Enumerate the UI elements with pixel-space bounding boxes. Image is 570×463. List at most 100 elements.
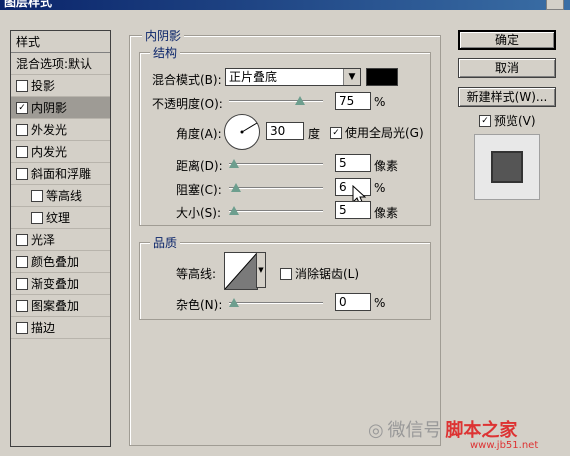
watermark-url: www.jb51.net (470, 440, 539, 451)
preview-square (491, 151, 523, 183)
contour-label: 等高线: (176, 267, 217, 281)
wechat-icon: ◎ (368, 420, 384, 441)
blend-mode-label: 混合模式(B): (152, 73, 222, 87)
style-item[interactable]: 图案叠加 (11, 295, 110, 317)
style-item[interactable]: 等高线 (11, 185, 110, 207)
watermark: ◎ 微信号 脚本之家 (368, 416, 517, 442)
size-unit: 像素 (374, 206, 399, 220)
angle-dial[interactable] (224, 114, 260, 150)
style-item-label: 投影 (31, 79, 56, 93)
noise-unit: % (374, 296, 386, 310)
style-item-label: 描边 (31, 321, 56, 335)
blend-mode-select[interactable]: 正片叠底 ▼ (225, 68, 361, 86)
style-item-label: 等高线 (46, 189, 83, 203)
style-item[interactable]: 纹理 (11, 207, 110, 229)
checkbox-icon: ✓ (330, 126, 342, 139)
style-item[interactable]: 光泽 (11, 229, 110, 251)
style-item-label: 纹理 (46, 211, 71, 225)
ok-button[interactable]: 确定 (458, 30, 556, 50)
preview-swatch (474, 134, 540, 200)
style-item-label: 光泽 (31, 233, 56, 247)
checkbox-icon[interactable] (16, 233, 28, 246)
chevron-down-icon: ▼ (258, 266, 264, 274)
inner-shadow-title: 内阴影 (142, 27, 185, 44)
size-slider[interactable] (229, 210, 323, 212)
style-item-label: 渐变叠加 (31, 277, 80, 291)
style-item[interactable]: 颜色叠加 (11, 251, 110, 273)
size-label: 大小(S): (176, 206, 222, 220)
noise-input[interactable]: 0 (335, 293, 371, 311)
global-light-label: 使用全局光(G) (345, 126, 424, 140)
structure-title: 结构 (150, 44, 181, 61)
contour-linear-icon (225, 253, 257, 289)
distance-unit: 像素 (374, 159, 399, 173)
distance-slider-handle[interactable] (229, 159, 239, 168)
global-light-checkbox[interactable]: ✓ 使用全局光(G) (330, 124, 424, 141)
checkbox-icon[interactable] (16, 255, 28, 268)
style-item[interactable]: 内发光 (11, 141, 110, 163)
style-item-label: 颜色叠加 (31, 255, 80, 269)
noise-slider[interactable] (229, 302, 323, 304)
chevron-down-icon[interactable]: ▼ (343, 69, 360, 85)
checkbox-icon[interactable] (16, 167, 28, 180)
style-item[interactable]: 描边 (11, 317, 110, 339)
style-item[interactable]: 投影 (11, 75, 110, 97)
checkbox-icon[interactable] (16, 123, 28, 136)
checkbox-icon[interactable] (16, 299, 28, 312)
noise-slider-handle[interactable] (229, 298, 239, 307)
close-button[interactable] (546, 0, 564, 10)
shadow-color-swatch[interactable] (366, 68, 398, 86)
style-item-label: 内发光 (31, 145, 68, 159)
antialias-checkbox[interactable]: 消除锯齿(L) (280, 265, 359, 282)
checkbox-icon[interactable] (16, 321, 28, 334)
watermark-wechat: 微信号 (387, 420, 442, 441)
distance-slider[interactable] (229, 163, 323, 165)
style-item[interactable]: 斜面和浮雕 (11, 163, 110, 185)
angle-dial-needle (240, 122, 258, 134)
preview-checkbox[interactable]: ✓ 预览(V) (479, 112, 536, 129)
style-item-label: 斜面和浮雕 (31, 167, 92, 181)
style-item-label: 内阴影 (31, 101, 68, 115)
style-item[interactable]: ✓ 内阴影 (11, 97, 110, 119)
opacity-input[interactable]: 75 (335, 92, 371, 110)
checkbox-icon[interactable] (16, 277, 28, 290)
checkbox-icon[interactable] (31, 211, 43, 224)
choke-unit: % (374, 181, 386, 195)
checkbox-icon[interactable] (16, 79, 28, 92)
noise-label: 杂色(N): (176, 298, 223, 312)
size-input[interactable]: 5 (335, 201, 371, 219)
style-item[interactable]: 渐变叠加 (11, 273, 110, 295)
style-item-label: 混合选项:默认 (16, 57, 93, 71)
cancel-button[interactable]: 取消 (458, 58, 556, 78)
choke-label: 阻塞(C): (176, 183, 222, 197)
checkbox-icon[interactable] (16, 145, 28, 158)
title-bar: 图层样式 (0, 0, 570, 10)
checkbox-icon (280, 267, 292, 280)
contour-dropdown-button[interactable]: ▼ (256, 252, 266, 288)
blend-mode-value: 正片叠底 (229, 70, 278, 84)
opacity-slider-handle[interactable] (294, 96, 305, 105)
angle-label: 角度(A): (176, 127, 222, 141)
opacity-slider[interactable] (229, 100, 323, 102)
preview-label: 预览(V) (494, 114, 536, 128)
checkbox-icon[interactable]: ✓ (16, 101, 28, 114)
checkbox-icon: ✓ (479, 114, 491, 127)
choke-slider[interactable] (229, 187, 323, 189)
new-style-button[interactable]: 新建样式(W)... (458, 87, 556, 107)
distance-label: 距离(D): (176, 159, 223, 173)
quality-title: 品质 (150, 234, 181, 251)
watermark-site: 脚本之家 (445, 420, 518, 441)
contour-picker[interactable] (224, 252, 258, 290)
styles-header[interactable]: 样式 (11, 31, 110, 53)
opacity-unit: % (374, 95, 386, 109)
style-item[interactable]: 混合选项:默认 (11, 53, 110, 75)
style-item-label: 图案叠加 (31, 299, 80, 313)
distance-input[interactable]: 5 (335, 154, 371, 172)
size-slider-handle[interactable] (229, 206, 239, 215)
angle-input[interactable]: 30 (266, 122, 304, 140)
checkbox-icon[interactable] (31, 189, 43, 202)
choke-slider-handle[interactable] (231, 183, 241, 192)
style-item[interactable]: 外发光 (11, 119, 110, 141)
angle-unit: 度 (308, 127, 321, 141)
opacity-label: 不透明度(O): (152, 97, 223, 111)
